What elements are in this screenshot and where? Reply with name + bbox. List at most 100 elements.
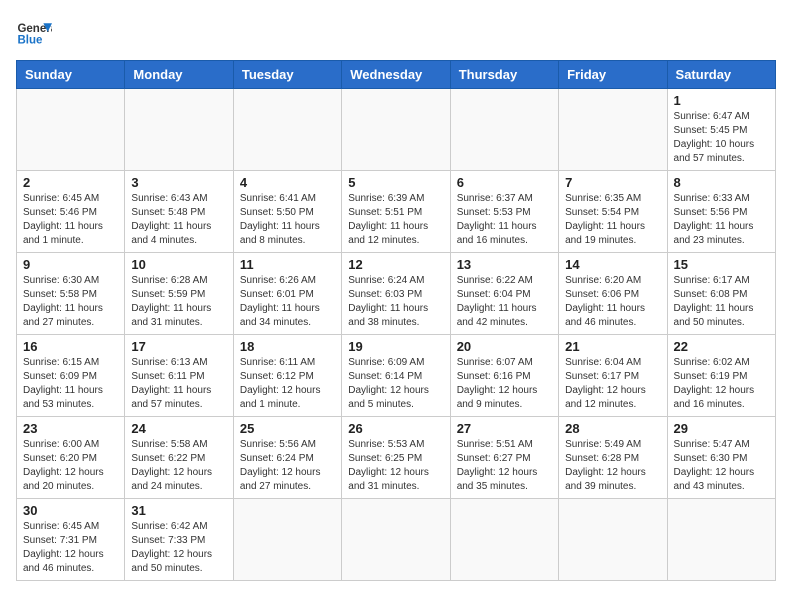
calendar-cell: 26 Sunrise: 5:53 AM Sunset: 6:25 PM Dayli… bbox=[342, 417, 450, 499]
day-number: 20 bbox=[457, 339, 552, 354]
day-number: 5 bbox=[348, 175, 443, 190]
day-info: Sunrise: 6:24 AM Sunset: 6:03 PM Dayligh… bbox=[348, 274, 443, 330]
day-number: 28 bbox=[565, 421, 660, 436]
weekday-header-thursday: Thursday bbox=[450, 61, 558, 89]
calendar-cell: 28 Sunrise: 5:49 AM Sunset: 6:28 PM Dayli… bbox=[559, 417, 667, 499]
calendar-cell: 8Sunrise: 6:33 AM Sunset: 5:56 PM Daylig… bbox=[667, 171, 775, 253]
calendar-cell bbox=[233, 89, 341, 171]
calendar-cell: 2 Sunrise: 6:45 AM Sunset: 5:46 PM Daylig… bbox=[17, 171, 125, 253]
day-number: 26 bbox=[348, 421, 443, 436]
day-info: Sunrise: 6:11 AM Sunset: 6:12 PM Dayligh… bbox=[240, 356, 335, 412]
day-info: Sunrise: 6:33 AM Sunset: 5:56 PM Dayligh… bbox=[674, 192, 769, 248]
day-info: Sunrise: 5:53 AM Sunset: 6:25 PM Dayligh… bbox=[348, 438, 443, 494]
day-info: Sunrise: 5:56 AM Sunset: 6:24 PM Dayligh… bbox=[240, 438, 335, 494]
day-info: Sunrise: 5:58 AM Sunset: 6:22 PM Dayligh… bbox=[131, 438, 226, 494]
calendar-cell: 14Sunrise: 6:20 AM Sunset: 6:06 PM Dayli… bbox=[559, 253, 667, 335]
calendar-cell: 9Sunrise: 6:30 AM Sunset: 5:58 PM Daylig… bbox=[17, 253, 125, 335]
day-number: 23 bbox=[23, 421, 118, 436]
day-info: Sunrise: 6:30 AM Sunset: 5:58 PM Dayligh… bbox=[23, 274, 118, 330]
day-number: 25 bbox=[240, 421, 335, 436]
weekday-header-sunday: Sunday bbox=[17, 61, 125, 89]
day-info: Sunrise: 6:47 AM Sunset: 5:45 PM Dayligh… bbox=[674, 110, 769, 166]
calendar-cell bbox=[559, 499, 667, 581]
day-info: Sunrise: 6:00 AM Sunset: 6:20 PM Dayligh… bbox=[23, 438, 118, 494]
day-number: 30 bbox=[23, 503, 118, 518]
calendar-cell: 6Sunrise: 6:37 AM Sunset: 5:53 PM Daylig… bbox=[450, 171, 558, 253]
calendar-cell bbox=[125, 89, 233, 171]
day-number: 14 bbox=[565, 257, 660, 272]
day-number: 16 bbox=[23, 339, 118, 354]
day-number: 3 bbox=[131, 175, 226, 190]
calendar-cell: 30Sunrise: 6:45 AM Sunset: 7:31 PM Dayli… bbox=[17, 499, 125, 581]
calendar-cell: 4 Sunrise: 6:41 AM Sunset: 5:50 PM Daylig… bbox=[233, 171, 341, 253]
day-number: 11 bbox=[240, 257, 335, 272]
day-number: 1 bbox=[674, 93, 769, 108]
day-number: 18 bbox=[240, 339, 335, 354]
day-info: Sunrise: 6:43 AM Sunset: 5:48 PM Dayligh… bbox=[131, 192, 226, 248]
calendar-cell: 20Sunrise: 6:07 AM Sunset: 6:16 PM Dayli… bbox=[450, 335, 558, 417]
weekday-header-friday: Friday bbox=[559, 61, 667, 89]
calendar-table: SundayMondayTuesdayWednesdayThursdayFrid… bbox=[16, 60, 776, 581]
day-info: Sunrise: 6:41 AM Sunset: 5:50 PM Dayligh… bbox=[240, 192, 335, 248]
day-number: 10 bbox=[131, 257, 226, 272]
calendar-cell: 17Sunrise: 6:13 AM Sunset: 6:11 PM Dayli… bbox=[125, 335, 233, 417]
calendar-cell: 31Sunrise: 6:42 AM Sunset: 7:33 PM Dayli… bbox=[125, 499, 233, 581]
calendar-cell: 29 Sunrise: 5:47 AM Sunset: 6:30 PM Dayli… bbox=[667, 417, 775, 499]
calendar-cell bbox=[450, 89, 558, 171]
day-number: 27 bbox=[457, 421, 552, 436]
week-row-3: 9Sunrise: 6:30 AM Sunset: 5:58 PM Daylig… bbox=[17, 253, 776, 335]
day-info: Sunrise: 6:26 AM Sunset: 6:01 PM Dayligh… bbox=[240, 274, 335, 330]
calendar-cell: 18 Sunrise: 6:11 AM Sunset: 6:12 PM Dayli… bbox=[233, 335, 341, 417]
day-number: 6 bbox=[457, 175, 552, 190]
week-row-2: 2 Sunrise: 6:45 AM Sunset: 5:46 PM Daylig… bbox=[17, 171, 776, 253]
day-info: Sunrise: 6:22 AM Sunset: 6:04 PM Dayligh… bbox=[457, 274, 552, 330]
calendar-cell bbox=[17, 89, 125, 171]
day-number: 24 bbox=[131, 421, 226, 436]
calendar-cell: 16Sunrise: 6:15 AM Sunset: 6:09 PM Dayli… bbox=[17, 335, 125, 417]
calendar-cell: 15 Sunrise: 6:17 AM Sunset: 6:08 PM Dayli… bbox=[667, 253, 775, 335]
calendar-cell: 7 Sunrise: 6:35 AM Sunset: 5:54 PM Daylig… bbox=[559, 171, 667, 253]
calendar-cell: 5 Sunrise: 6:39 AM Sunset: 5:51 PM Daylig… bbox=[342, 171, 450, 253]
calendar-cell: 13 Sunrise: 6:22 AM Sunset: 6:04 PM Dayli… bbox=[450, 253, 558, 335]
day-number: 29 bbox=[674, 421, 769, 436]
calendar-cell bbox=[342, 89, 450, 171]
weekday-header-wednesday: Wednesday bbox=[342, 61, 450, 89]
calendar-cell: 10 Sunrise: 6:28 AM Sunset: 5:59 PM Dayli… bbox=[125, 253, 233, 335]
day-number: 7 bbox=[565, 175, 660, 190]
calendar-cell: 22Sunrise: 6:02 AM Sunset: 6:19 PM Dayli… bbox=[667, 335, 775, 417]
day-info: Sunrise: 6:35 AM Sunset: 5:54 PM Dayligh… bbox=[565, 192, 660, 248]
calendar-cell: 11 Sunrise: 6:26 AM Sunset: 6:01 PM Dayli… bbox=[233, 253, 341, 335]
calendar-cell bbox=[233, 499, 341, 581]
day-info: Sunrise: 6:45 AM Sunset: 5:46 PM Dayligh… bbox=[23, 192, 118, 248]
calendar-cell: 24 Sunrise: 5:58 AM Sunset: 6:22 PM Dayli… bbox=[125, 417, 233, 499]
day-number: 2 bbox=[23, 175, 118, 190]
day-info: Sunrise: 6:42 AM Sunset: 7:33 PM Dayligh… bbox=[131, 520, 226, 576]
day-info: Sunrise: 6:28 AM Sunset: 5:59 PM Dayligh… bbox=[131, 274, 226, 330]
calendar-cell: 25 Sunrise: 5:56 AM Sunset: 6:24 PM Dayli… bbox=[233, 417, 341, 499]
day-info: Sunrise: 5:49 AM Sunset: 6:28 PM Dayligh… bbox=[565, 438, 660, 494]
day-number: 13 bbox=[457, 257, 552, 272]
week-row-5: 23 Sunrise: 6:00 AM Sunset: 6:20 PM Dayli… bbox=[17, 417, 776, 499]
weekday-header-monday: Monday bbox=[125, 61, 233, 89]
logo: General Blue bbox=[16, 16, 52, 52]
calendar-cell bbox=[342, 499, 450, 581]
calendar-cell: 12 Sunrise: 6:24 AM Sunset: 6:03 PM Dayli… bbox=[342, 253, 450, 335]
week-row-4: 16Sunrise: 6:15 AM Sunset: 6:09 PM Dayli… bbox=[17, 335, 776, 417]
calendar-cell: 21Sunrise: 6:04 AM Sunset: 6:17 PM Dayli… bbox=[559, 335, 667, 417]
calendar-cell bbox=[559, 89, 667, 171]
day-number: 19 bbox=[348, 339, 443, 354]
day-number: 15 bbox=[674, 257, 769, 272]
page-header: General Blue bbox=[16, 16, 776, 52]
calendar-cell: 3 Sunrise: 6:43 AM Sunset: 5:48 PM Daylig… bbox=[125, 171, 233, 253]
week-row-6: 30Sunrise: 6:45 AM Sunset: 7:31 PM Dayli… bbox=[17, 499, 776, 581]
day-info: Sunrise: 6:17 AM Sunset: 6:08 PM Dayligh… bbox=[674, 274, 769, 330]
day-number: 4 bbox=[240, 175, 335, 190]
calendar-cell: 19Sunrise: 6:09 AM Sunset: 6:14 PM Dayli… bbox=[342, 335, 450, 417]
calendar-cell: 27Sunrise: 5:51 AM Sunset: 6:27 PM Dayli… bbox=[450, 417, 558, 499]
day-info: Sunrise: 5:47 AM Sunset: 6:30 PM Dayligh… bbox=[674, 438, 769, 494]
logo-icon: General Blue bbox=[16, 16, 52, 52]
day-number: 12 bbox=[348, 257, 443, 272]
weekday-header-tuesday: Tuesday bbox=[233, 61, 341, 89]
day-info: Sunrise: 6:02 AM Sunset: 6:19 PM Dayligh… bbox=[674, 356, 769, 412]
day-info: Sunrise: 6:39 AM Sunset: 5:51 PM Dayligh… bbox=[348, 192, 443, 248]
